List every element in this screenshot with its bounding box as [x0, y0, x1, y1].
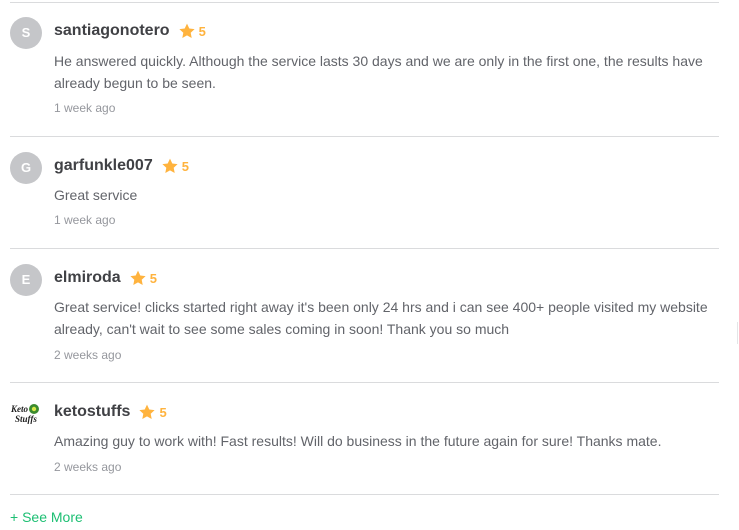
- logo-text-keto: Keto: [10, 404, 28, 414]
- review-header: ketostuffs 5: [54, 403, 167, 421]
- review-time: 2 weeks ago: [54, 348, 122, 362]
- star-icon: [139, 404, 156, 419]
- avatar[interactable]: G: [10, 152, 42, 184]
- avatar-initial: E: [21, 272, 31, 287]
- logo-text-stuffs: Stuffs: [15, 414, 37, 424]
- reviewer-username[interactable]: santiagonotero: [54, 22, 170, 40]
- star-icon: [178, 23, 195, 38]
- avatar[interactable]: E: [10, 264, 42, 296]
- review-item: E elmiroda 5 Great service! clicks start…: [10, 249, 719, 383]
- review-text: Amazing guy to work with! Fast results! …: [54, 433, 662, 449]
- review-header: garfunkle007 5: [54, 157, 189, 175]
- avatar[interactable]: S: [10, 17, 42, 49]
- avatar-initial: S: [21, 25, 31, 40]
- review-item: G garfunkle007 5 Great service 1 week ag…: [10, 137, 719, 249]
- star-icon: [130, 270, 146, 285]
- review-time: 1 week ago: [54, 213, 116, 227]
- review-time: 2 weeks ago: [54, 460, 122, 474]
- review-header: santiagonotero 5: [54, 22, 206, 40]
- rating-value: 5: [181, 158, 189, 174]
- review-text: He answered quickly. Although the servic…: [54, 53, 703, 91]
- scrollbar-edge: [737, 322, 738, 344]
- reviewer-username[interactable]: ketostuffs: [54, 403, 130, 421]
- review-text: Great service! clicks started right away…: [54, 299, 708, 337]
- reviewer-username[interactable]: elmiroda: [54, 269, 121, 287]
- review-text: Great service: [54, 187, 138, 203]
- avatar-initial: G: [20, 160, 32, 175]
- review-item: Keto Stuffs ketostuffs 5 Amazing guy to …: [10, 383, 719, 495]
- review-item: S santiagonotero 5 He answered quickly. …: [10, 0, 719, 137]
- review-header: elmiroda 5: [54, 269, 157, 287]
- review-time: 1 week ago: [54, 101, 116, 115]
- see-more-link[interactable]: + See More: [10, 509, 83, 525]
- rating-value: 5: [159, 404, 167, 420]
- reviewer-username[interactable]: garfunkle007: [54, 157, 153, 175]
- star-icon: [162, 158, 178, 173]
- ketostuffs-logo-icon: Keto Stuffs: [10, 404, 39, 424]
- ketostuffs-logo[interactable]: Keto Stuffs: [10, 401, 42, 433]
- rating-value: 5: [198, 23, 206, 39]
- rating-value: 5: [149, 270, 157, 286]
